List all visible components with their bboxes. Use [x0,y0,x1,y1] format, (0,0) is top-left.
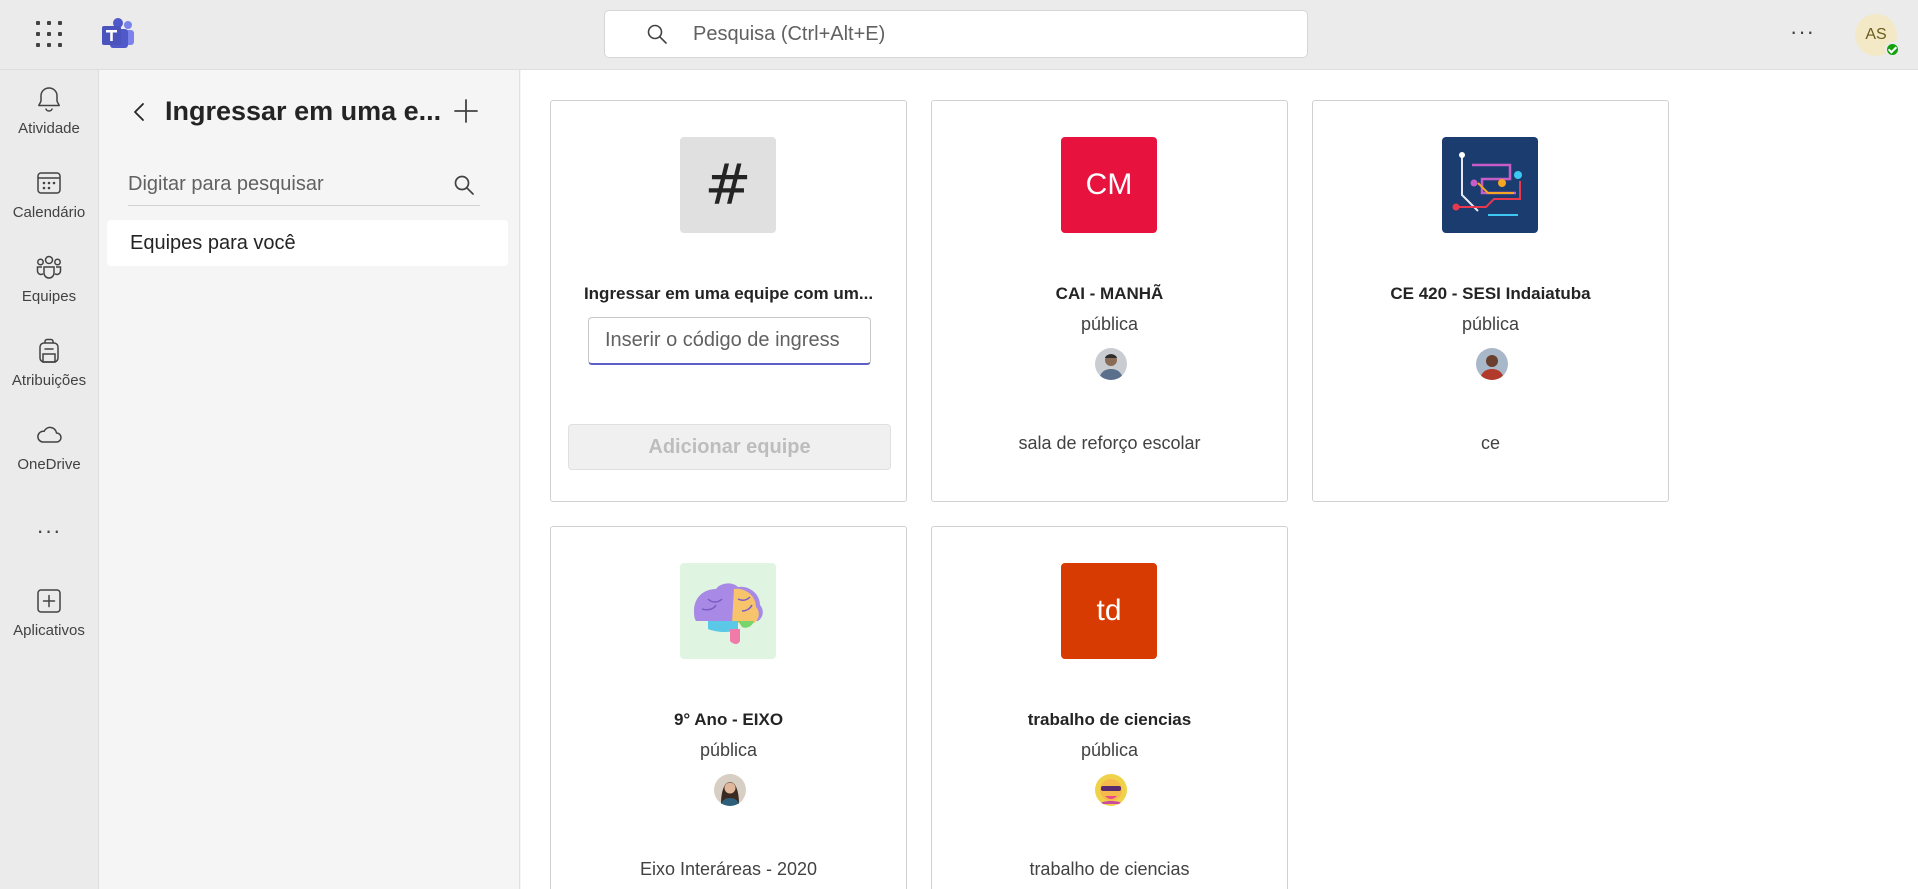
join-code-card: # Ingressar em uma equipe com um... Adic… [550,100,907,502]
global-search-input[interactable]: Pesquisa (Ctrl+Alt+E) [604,10,1308,58]
team-name: trabalho de ciencias [1027,710,1192,729]
panel-search-input[interactable]: Digitar para pesquisar [128,164,480,206]
plus-icon[interactable] [452,97,480,125]
rail-item-teams[interactable]: Equipes [0,252,98,326]
user-avatar[interactable]: AS [1855,14,1900,57]
app-launcher-icon[interactable] [36,21,62,47]
team-name: CE 420 - SESI Indaiatuba [1390,284,1591,303]
owner-avatar[interactable] [1095,348,1127,380]
teams-logo-icon [102,18,134,48]
rail-label: OneDrive [17,456,81,473]
page-title: Ingressar em uma e... [165,96,442,126]
teams-icon [36,255,62,279]
hashtag-symbol: # [704,152,752,218]
rail-item-onedrive[interactable]: OneDrive [0,420,98,494]
team-initials: CM [1085,168,1133,201]
team-description: sala de reforço escolar [1018,433,1201,453]
team-card[interactable]: td trabalho de ciencias pública trabalho… [931,526,1288,889]
teams-gallery: # Ingressar em uma equipe com um... Adic… [521,70,1918,889]
more-apps-icon[interactable]: ··· [0,518,98,544]
owner-avatar[interactable] [714,774,746,806]
join-card-title: Ingressar em uma equipe com um... [583,284,874,303]
nav-item-teams-for-you[interactable]: Equipes para você [107,220,508,266]
team-thumbnail: td [1061,563,1157,659]
team-visibility: pública [1080,314,1139,334]
team-card[interactable]: CM CAI - MANHÃ pública sala de reforço e… [931,100,1288,502]
brain-thumbnail-icon [680,563,776,659]
rail-label: Aplicativos [13,622,85,639]
calendar-icon [37,172,61,194]
more-options-icon[interactable]: ··· [1790,21,1818,48]
search-icon [647,24,667,44]
cloud-icon [37,426,62,443]
team-thumbnail: CM [1061,137,1157,233]
avatar-initials: AS [1865,26,1887,43]
team-initials: td [1096,594,1122,627]
team-name: CAI - MANHÃ [1055,284,1164,303]
rail-item-assignments[interactable]: Atribuições [0,336,98,410]
join-code-input[interactable] [588,317,871,365]
bell-icon [38,87,60,112]
owner-avatar[interactable] [1095,774,1127,806]
hashtag-icon: # [680,137,776,233]
circuit-thumbnail-icon [1442,137,1538,233]
panel-search-placeholder: Digitar para pesquisar [128,173,324,195]
search-placeholder: Pesquisa (Ctrl+Alt+E) [693,22,886,45]
backpack-icon [39,338,59,363]
add-team-button[interactable]: Adicionar equipe [568,424,891,470]
rail-item-apps[interactable]: Aplicativos [0,586,98,660]
rail-label: Equipes [21,288,77,305]
search-icon[interactable] [452,173,476,197]
owner-avatar[interactable] [1476,348,1508,380]
team-name: 9° Ano - EIXO [673,710,784,729]
rail-item-calendar[interactable]: Calendário [0,168,98,242]
top-bar: Pesquisa (Ctrl+Alt+E) ··· AS [0,0,1918,70]
team-description: trabalho de ciencias [1029,859,1190,879]
team-visibility: pública [699,740,758,760]
team-visibility: pública [1461,314,1520,334]
team-card[interactable]: CE 420 - SESI Indaiatuba pública ce [1312,100,1669,502]
rail-label: Atividade [18,120,80,137]
app-rail: Atividade Calendário Equipes Atribuições [0,70,99,889]
rail-label: Atribuições [11,372,87,389]
add-square-icon [37,589,61,613]
team-description: ce [1480,433,1500,453]
team-card[interactable]: 9° Ano - EIXO pública Eixo Interáreas - … [550,526,907,889]
chevron-left-icon[interactable] [128,98,152,126]
presence-available-icon [1885,42,1900,57]
team-visibility: pública [1080,740,1139,760]
team-description: Eixo Interáreas - 2020 [639,859,818,879]
rail-label: Calendário [12,204,86,221]
rail-item-activity[interactable]: Atividade [0,84,98,158]
